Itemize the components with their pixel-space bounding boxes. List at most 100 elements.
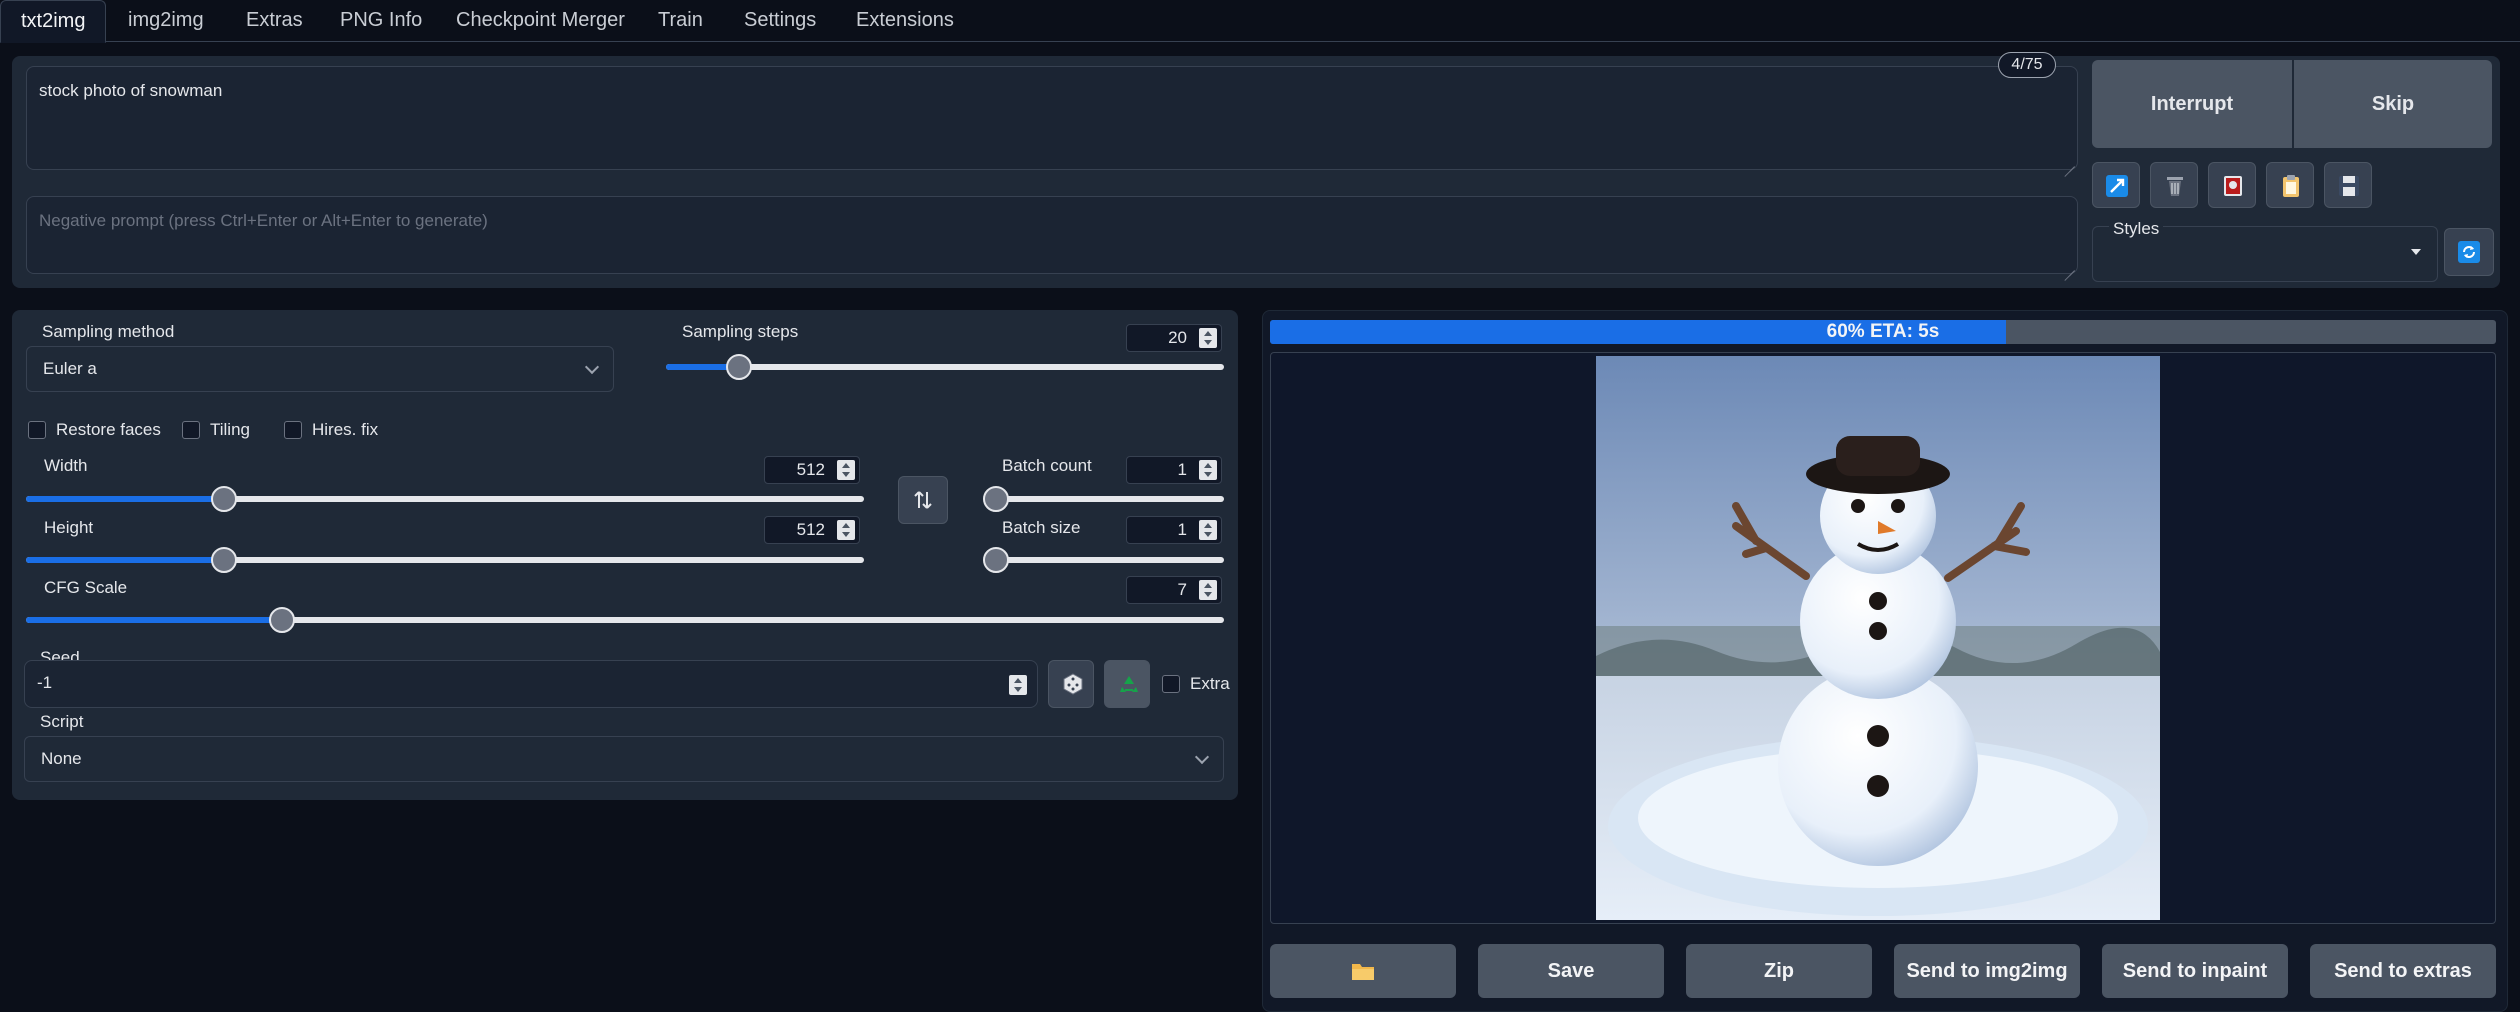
prompt-input[interactable]: stock photo of snowman [26, 66, 2078, 170]
seed-input[interactable]: -1 [24, 660, 1038, 708]
height-label: Height [44, 518, 94, 537]
styles-dropdown[interactable]: Styles [2092, 219, 2438, 282]
spinner-icon[interactable] [1009, 675, 1027, 695]
spinner-icon[interactable] [1199, 328, 1217, 348]
dropdown-arrow-icon [2411, 249, 2421, 255]
width-label: Width [44, 456, 88, 475]
tab-img2img[interactable]: img2img [108, 0, 224, 42]
slider-thumb[interactable] [725, 354, 752, 380]
script-label: Script [40, 712, 84, 731]
restore-faces-label: Restore faces [56, 420, 161, 439]
save-button[interactable]: Save [1478, 944, 1664, 998]
batch-size-slider[interactable] [983, 547, 1224, 573]
chevron-down-icon [1194, 749, 1210, 765]
recycle-icon [1120, 676, 1138, 692]
tab-txt2img[interactable]: txt2img [0, 0, 107, 43]
script-value: None [41, 749, 82, 768]
slider-thumb[interactable] [210, 486, 237, 512]
save-style-button[interactable] [2324, 162, 2372, 208]
negative-prompt-input[interactable]: Negative prompt (press Ctrl+Enter or Alt… [26, 196, 2078, 274]
folder-icon [1352, 964, 1374, 980]
height-input[interactable]: 512 [764, 516, 860, 544]
progress-text: 60% ETA: 5s [1826, 321, 1940, 342]
width-slider[interactable] [26, 486, 864, 512]
resize-handle[interactable] [2061, 257, 2075, 271]
spinner-icon[interactable] [1199, 520, 1217, 540]
tab-checkpoint-merger[interactable]: Checkpoint Merger [436, 0, 645, 42]
negative-prompt-placeholder: Negative prompt (press Ctrl+Enter or Alt… [39, 211, 488, 230]
dice-icon [1063, 673, 1083, 695]
width-input[interactable]: 512 [764, 456, 860, 484]
zip-button[interactable]: Zip [1686, 944, 1872, 998]
open-folder-button[interactable] [1270, 944, 1456, 998]
sampling-method-value: Euler a [43, 359, 97, 378]
slider-thumb[interactable] [983, 486, 1009, 512]
refresh-icon [2458, 241, 2480, 263]
batch-count-slider[interactable] [983, 486, 1224, 512]
apply-style-button[interactable] [2266, 162, 2314, 208]
cfg-scale-value: 7 [1177, 580, 1187, 599]
hires-fix-checkbox[interactable] [284, 421, 302, 439]
tiling-checkbox[interactable] [182, 421, 200, 439]
resize-handle[interactable] [2061, 153, 2075, 167]
spinner-icon[interactable] [837, 520, 855, 540]
token-counter: 4/75 [1998, 52, 2056, 78]
sampling-method-label: Sampling method [42, 322, 175, 341]
batch-count-label: Batch count [1002, 456, 1092, 475]
send-to-inpaint-button[interactable]: Send to inpaint [2102, 944, 2288, 998]
height-value: 512 [796, 520, 825, 539]
trash-icon [2167, 177, 2183, 196]
slider-fill [26, 617, 283, 623]
extra-seed-label: Extra [1190, 674, 1230, 693]
batch-size-input[interactable]: 1 [1126, 516, 1222, 544]
sampling-steps-slider[interactable] [666, 354, 1224, 380]
send-to-img2img-button[interactable]: Send to img2img [1894, 944, 2080, 998]
slider-fill [26, 557, 224, 563]
script-dropdown[interactable]: None [24, 736, 1224, 782]
styles-label: Styles [2109, 219, 2164, 239]
restore-faces-checkbox[interactable] [28, 421, 46, 439]
read-params-button[interactable] [2092, 162, 2140, 208]
swap-dimensions-button[interactable] [898, 476, 948, 524]
spinner-icon[interactable] [1199, 460, 1217, 480]
send-to-extras-button[interactable]: Send to extras [2310, 944, 2496, 998]
save-style-icon [2339, 176, 2359, 196]
batch-count-input[interactable]: 1 [1126, 456, 1222, 484]
cfg-scale-label: CFG Scale [44, 578, 128, 597]
extra-seed-checkbox[interactable] [1162, 675, 1180, 693]
swap-icon [914, 491, 932, 509]
batch-size-value: 1 [1177, 520, 1187, 539]
paste-icon [2224, 176, 2242, 196]
tab-png-info[interactable]: PNG Info [320, 0, 442, 42]
spinner-icon[interactable] [837, 460, 855, 480]
clear-prompt-button[interactable] [2150, 162, 2198, 208]
spinner-icon[interactable] [1199, 580, 1217, 600]
interrupt-button[interactable]: Interrupt [2092, 60, 2292, 148]
clipboard-icon [2283, 175, 2299, 197]
batch-count-value: 1 [1177, 460, 1187, 479]
sampling-method-dropdown[interactable]: Euler a [26, 346, 614, 392]
tab-extensions[interactable]: Extensions [836, 0, 974, 42]
slider-thumb[interactable] [983, 547, 1009, 573]
refresh-styles-button[interactable] [2444, 228, 2494, 276]
seed-value: -1 [37, 673, 53, 692]
chevron-down-icon [584, 359, 600, 375]
hires-fix-label: Hires. fix [312, 420, 379, 439]
cfg-scale-slider[interactable] [26, 607, 1224, 633]
random-seed-button[interactable] [1048, 660, 1094, 708]
tab-settings[interactable]: Settings [724, 0, 836, 42]
tab-extras[interactable]: Extras [226, 0, 323, 42]
generated-image[interactable] [1596, 356, 2160, 920]
width-value: 512 [796, 460, 825, 479]
tab-train[interactable]: Train [638, 0, 723, 42]
sampling-steps-input[interactable]: 20 [1126, 324, 1222, 352]
extra-networks-button[interactable] [2208, 162, 2256, 208]
tab-bar: txt2img img2img Extras PNG Info Checkpoi… [0, 0, 2520, 43]
slider-thumb[interactable] [210, 547, 237, 573]
read-params-icon [2106, 175, 2128, 197]
tiling-label: Tiling [210, 420, 250, 439]
reuse-seed-button[interactable] [1104, 660, 1150, 708]
cfg-scale-input[interactable]: 7 [1126, 576, 1222, 604]
height-slider[interactable] [26, 547, 864, 573]
skip-button[interactable]: Skip [2294, 60, 2492, 148]
